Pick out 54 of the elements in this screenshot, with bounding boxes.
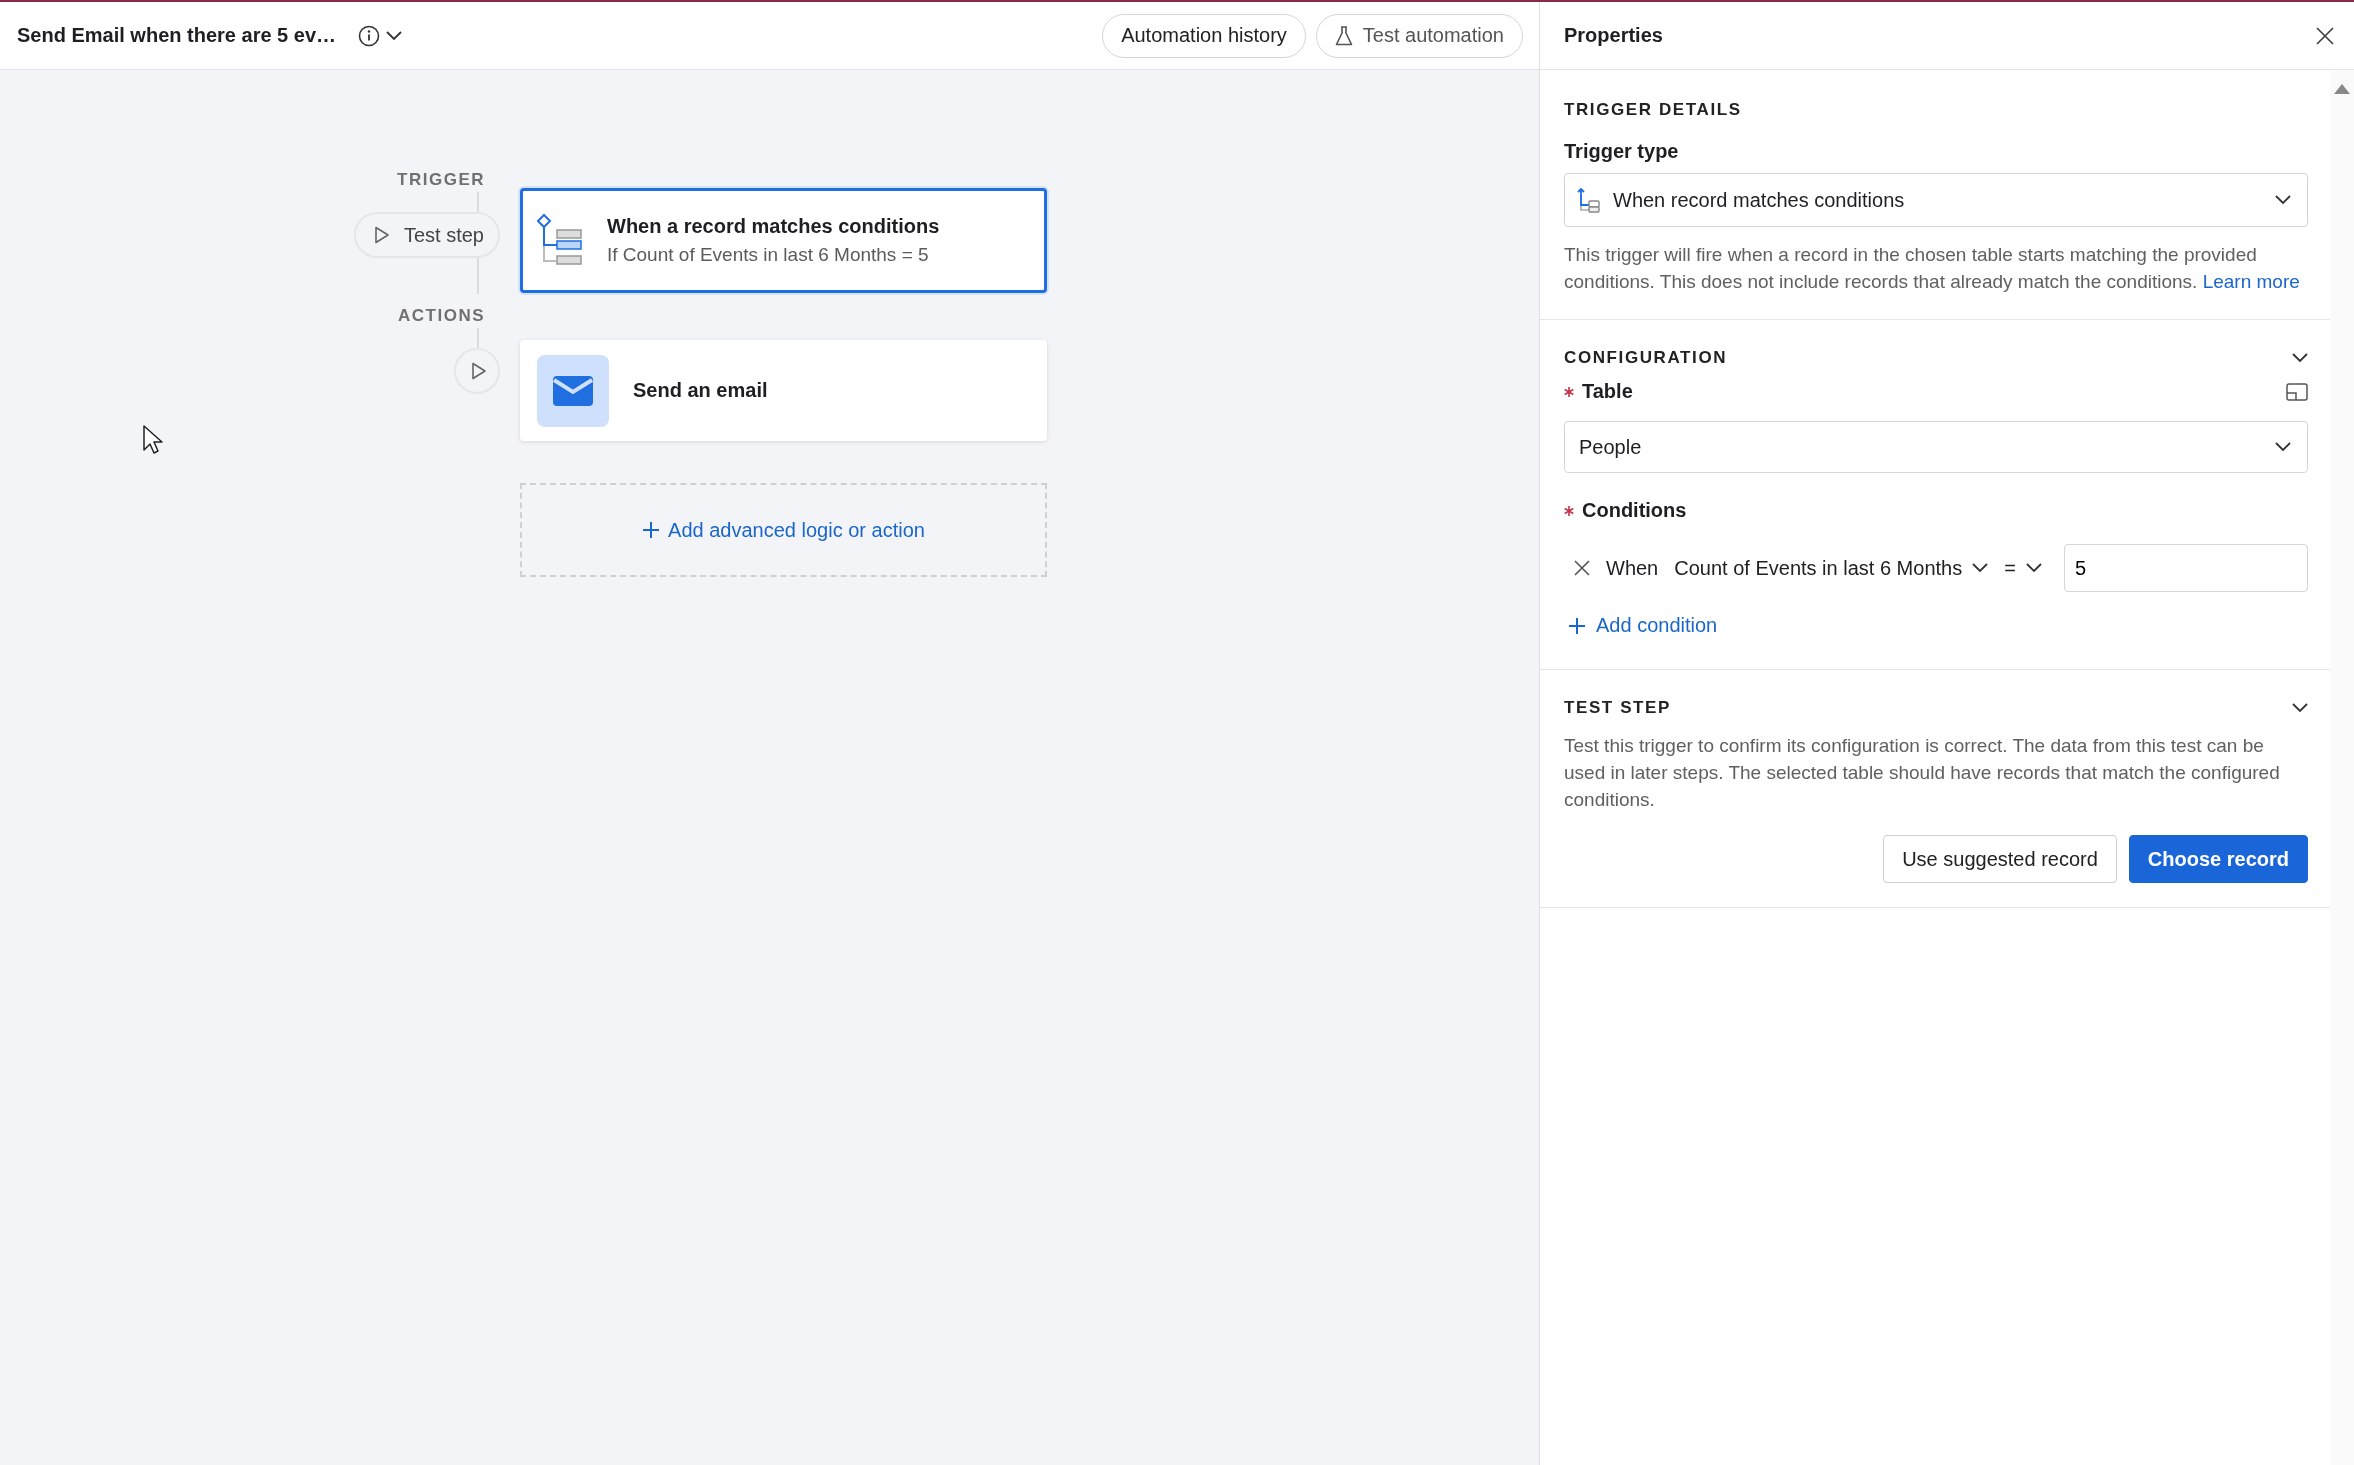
card-title: Send an email [633,379,768,402]
dropdown-value: When record matches conditions [1613,188,1906,212]
scroll-up-icon[interactable] [2334,84,2350,94]
mouse-cursor-icon [143,425,165,455]
play-icon [373,226,390,244]
section-heading: CONFIGURATION [1564,348,1728,368]
choose-record-button[interactable]: Choose record [2128,835,2308,883]
trigger-description: This trigger will fire when a record in the chosen table starts matching the provided conditions. This does not include records that already match the conditions. Learn more [1564,243,2301,294]
operator-dropdown[interactable]: = [2004,556,2042,580]
test-automation-button[interactable]: Test automation [1315,13,1523,58]
chevron-down-icon [386,30,402,41]
section-heading: TRIGGER DETAILS [1564,100,1742,120]
add-logic-button[interactable]: Add advanced logic or action [520,483,1047,577]
envelope-icon [537,354,609,427]
remove-condition-icon[interactable] [1574,560,1590,576]
action-card[interactable]: Send an email [520,340,1047,441]
plus-icon [642,521,661,539]
condition-prefix: When [1606,556,1659,580]
value-input[interactable]: 5 [2063,544,2308,592]
suggested-record-button[interactable]: Use suggested record [1883,835,2117,883]
section-label: ACTIONS [398,305,485,327]
chevron-down-icon [2275,195,2291,205]
history-button[interactable]: Automation history [1102,13,1306,58]
info-icon[interactable] [358,24,380,47]
add-condition-button[interactable]: Add condition [1568,614,1718,637]
section-label: TRIGGER [397,169,485,191]
section-heading: TEST STEP [1564,698,1671,718]
panel-title: Properties [1564,24,1663,47]
collapse-chevron-icon [2292,353,2308,363]
automation-title: Send Email when there are 5 ev… [17,24,336,47]
learn-more-link[interactable]: Learn more [2202,271,2300,292]
field-label: Table [1582,380,1633,403]
chevron-down-icon [2025,563,2042,573]
card-subtitle: If Count of Events in last 6 Months = 5 [607,244,930,266]
field-dropdown[interactable]: Count of Events in last 6 Months [1674,556,1989,580]
play-icon [471,362,487,380]
open-table-icon[interactable] [2286,382,2308,401]
conditions-tree-icon [1577,187,1601,213]
close-icon[interactable] [2316,26,2334,45]
card-title: When a record matches conditions [607,215,940,238]
chevron-down-icon [1972,563,1989,573]
plus-icon [1568,616,1586,635]
field-label: Conditions [1582,499,1687,522]
run-step-button[interactable] [454,348,500,394]
test-step-description: Test this trigger to confirm its configuration is correct. The data from this test can be used in later steps. The selected table should have records that match the configured conditions. [1564,734,2281,812]
test-step-button[interactable]: Test step [353,212,500,258]
trigger-type-dropdown[interactable]: When record matches conditions [1564,173,2308,227]
collapse-chevron-icon [2292,703,2308,713]
chevron-down-icon [2275,442,2291,452]
flask-icon [1334,25,1353,46]
field-label: Trigger type [1564,140,1679,163]
table-dropdown[interactable]: People [1564,421,2308,473]
dropdown-value: People [1579,435,1643,459]
trigger-card[interactable]: When a record matches conditions If Count of Events in last 6 Months = 5 [520,188,1047,293]
